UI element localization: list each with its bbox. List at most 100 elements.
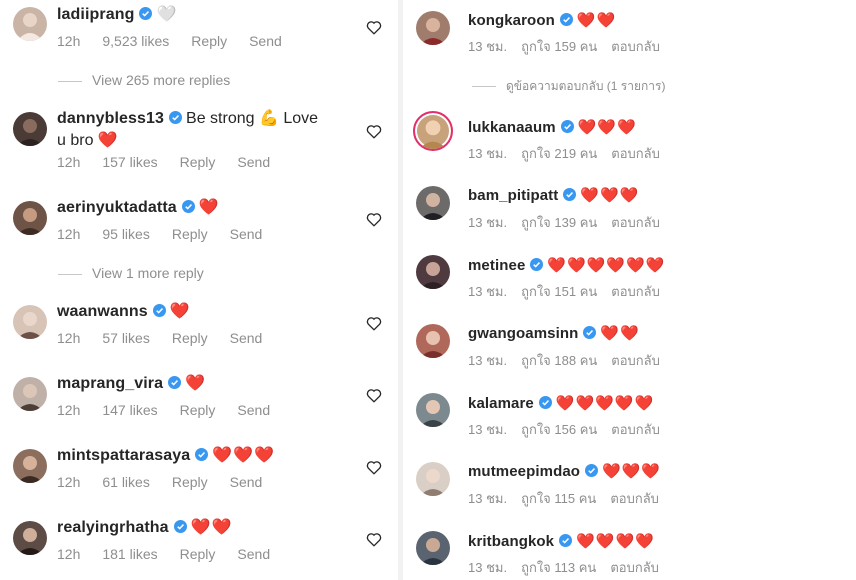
avatar[interactable] bbox=[13, 7, 47, 41]
reply-button[interactable]: Reply bbox=[191, 33, 227, 49]
like-heart-icon[interactable] bbox=[366, 212, 382, 227]
reply-button[interactable]: Reply bbox=[172, 330, 208, 346]
comment-text: ❤️❤️❤️ bbox=[212, 447, 275, 464]
reply-button[interactable]: ตอบกลับ bbox=[611, 146, 660, 161]
reply-button[interactable]: ตอบกลับ bbox=[611, 39, 660, 54]
like-count[interactable]: 57 likes bbox=[102, 330, 149, 346]
send-button[interactable]: Send bbox=[230, 474, 263, 490]
verified-badge-icon bbox=[560, 120, 574, 133]
like-count[interactable]: ถูกใจ 188 คน bbox=[521, 353, 597, 368]
view-more-replies-button[interactable]: ดูข้อความตอบกลับ (1 รายการ) bbox=[472, 77, 665, 95]
username[interactable]: lukkanaaum bbox=[468, 119, 556, 136]
comment-time: 13 ชม. bbox=[468, 284, 508, 299]
username[interactable]: metinee bbox=[468, 257, 525, 274]
like-heart-icon[interactable] bbox=[366, 20, 382, 35]
reply-button[interactable]: ตอบกลับ bbox=[611, 353, 660, 368]
comment-time: 13 ชม. bbox=[468, 39, 508, 54]
view-more-replies-button[interactable]: View 265 more replies bbox=[58, 71, 230, 89]
send-button[interactable]: Send bbox=[237, 154, 270, 170]
username[interactable]: kalamare bbox=[468, 395, 534, 412]
verified-badge-icon bbox=[173, 520, 187, 533]
comment-time: 13 ชม. bbox=[468, 215, 508, 230]
send-button[interactable]: Send bbox=[230, 330, 263, 346]
like-count[interactable]: 61 likes bbox=[102, 474, 149, 490]
like-count[interactable]: 157 likes bbox=[102, 154, 157, 170]
reply-button[interactable]: ตอบกลับ bbox=[610, 560, 659, 575]
view-more-replies-button[interactable]: View 1 more reply bbox=[58, 264, 204, 282]
comment-text: ❤️❤️ bbox=[190, 519, 233, 536]
username[interactable]: realyingrhatha bbox=[57, 519, 169, 536]
username[interactable]: dannybless13 bbox=[57, 110, 164, 127]
divider-line bbox=[58, 80, 82, 82]
avatar[interactable] bbox=[13, 305, 47, 339]
username[interactable]: mintspattarasaya bbox=[57, 447, 190, 464]
like-count[interactable]: 147 likes bbox=[102, 402, 157, 418]
reply-button[interactable]: Reply bbox=[172, 226, 208, 242]
comment-text: ❤️❤️ bbox=[576, 12, 617, 29]
username[interactable]: bam_pitipatt bbox=[468, 187, 558, 204]
reply-button[interactable]: Reply bbox=[180, 402, 216, 418]
avatar[interactable] bbox=[416, 11, 450, 45]
verified-badge-icon bbox=[139, 7, 153, 20]
reply-button[interactable]: ตอบกลับ bbox=[611, 422, 660, 437]
like-count[interactable]: ถูกใจ 159 คน bbox=[521, 39, 597, 54]
avatar[interactable] bbox=[416, 186, 450, 220]
like-count[interactable]: 181 likes bbox=[102, 546, 157, 562]
like-count[interactable]: 95 likes bbox=[102, 226, 149, 242]
like-heart-icon[interactable] bbox=[366, 532, 382, 547]
avatar[interactable] bbox=[13, 112, 47, 146]
like-heart-icon[interactable] bbox=[366, 124, 382, 139]
avatar[interactable] bbox=[416, 393, 450, 427]
view-more-label: View 1 more reply bbox=[92, 265, 204, 281]
reply-button[interactable]: Reply bbox=[180, 546, 216, 562]
avatar[interactable] bbox=[416, 255, 450, 289]
username[interactable]: mutmeepimdao bbox=[468, 463, 580, 480]
avatar[interactable] bbox=[413, 111, 453, 151]
like-count[interactable]: ถูกใจ 115 คน bbox=[521, 491, 596, 506]
comment-text: ❤️❤️❤️ bbox=[602, 463, 662, 480]
view-more-label: View 265 more replies bbox=[92, 72, 231, 88]
avatar[interactable] bbox=[416, 324, 450, 358]
comment-time: 13 ชม. bbox=[468, 146, 508, 161]
avatar[interactable] bbox=[13, 449, 47, 483]
avatar[interactable] bbox=[13, 201, 47, 235]
reply-button[interactable]: ตอบกลับ bbox=[610, 491, 659, 506]
comment-time: 12h bbox=[57, 474, 81, 490]
verified-badge-icon bbox=[559, 13, 573, 26]
avatar[interactable] bbox=[416, 462, 450, 496]
username[interactable]: maprang_vira bbox=[57, 375, 163, 392]
comment-text: ❤️❤️❤️ bbox=[577, 119, 637, 136]
verified-badge-icon bbox=[168, 376, 182, 389]
send-button[interactable]: Send bbox=[249, 33, 282, 49]
username[interactable]: waanwanns bbox=[57, 303, 148, 320]
like-count[interactable]: ถูกใจ 219 คน bbox=[521, 146, 597, 161]
username[interactable]: kongkaroon bbox=[468, 12, 555, 29]
username[interactable]: kritbangkok bbox=[468, 533, 554, 550]
view-more-label: ดูข้อความตอบกลับ (1 รายการ) bbox=[506, 79, 666, 93]
like-count[interactable]: 9,523 likes bbox=[102, 33, 169, 49]
comment-text: ❤️❤️❤️❤️❤️❤️ bbox=[547, 257, 666, 274]
username[interactable]: ladiiprang bbox=[57, 6, 134, 23]
reply-button[interactable]: ตอบกลับ bbox=[611, 284, 660, 299]
username[interactable]: gwangoamsinn bbox=[468, 325, 578, 342]
reply-button[interactable]: Reply bbox=[180, 154, 216, 170]
send-button[interactable]: Send bbox=[237, 402, 270, 418]
like-count[interactable]: ถูกใจ 113 คน bbox=[521, 560, 596, 575]
username[interactable]: aerinyuktadatta bbox=[57, 199, 177, 216]
reply-button[interactable]: Reply bbox=[172, 474, 208, 490]
comment-time: 13 ชม. bbox=[468, 560, 508, 575]
like-heart-icon[interactable] bbox=[366, 388, 382, 403]
avatar[interactable] bbox=[13, 521, 47, 555]
like-count[interactable]: ถูกใจ 156 คน bbox=[521, 422, 597, 437]
reply-button[interactable]: ตอบกลับ bbox=[611, 215, 660, 230]
avatar[interactable] bbox=[13, 377, 47, 411]
avatar[interactable] bbox=[416, 531, 450, 565]
like-count[interactable]: ถูกใจ 139 คน bbox=[521, 215, 597, 230]
send-button[interactable]: Send bbox=[237, 546, 270, 562]
like-count[interactable]: ถูกใจ 151 คน bbox=[521, 284, 597, 299]
send-button[interactable]: Send bbox=[230, 226, 263, 242]
comment-text: ❤️ bbox=[198, 199, 220, 216]
like-heart-icon[interactable] bbox=[366, 316, 382, 331]
like-heart-icon[interactable] bbox=[366, 460, 382, 475]
comment-time: 12h bbox=[57, 546, 81, 562]
